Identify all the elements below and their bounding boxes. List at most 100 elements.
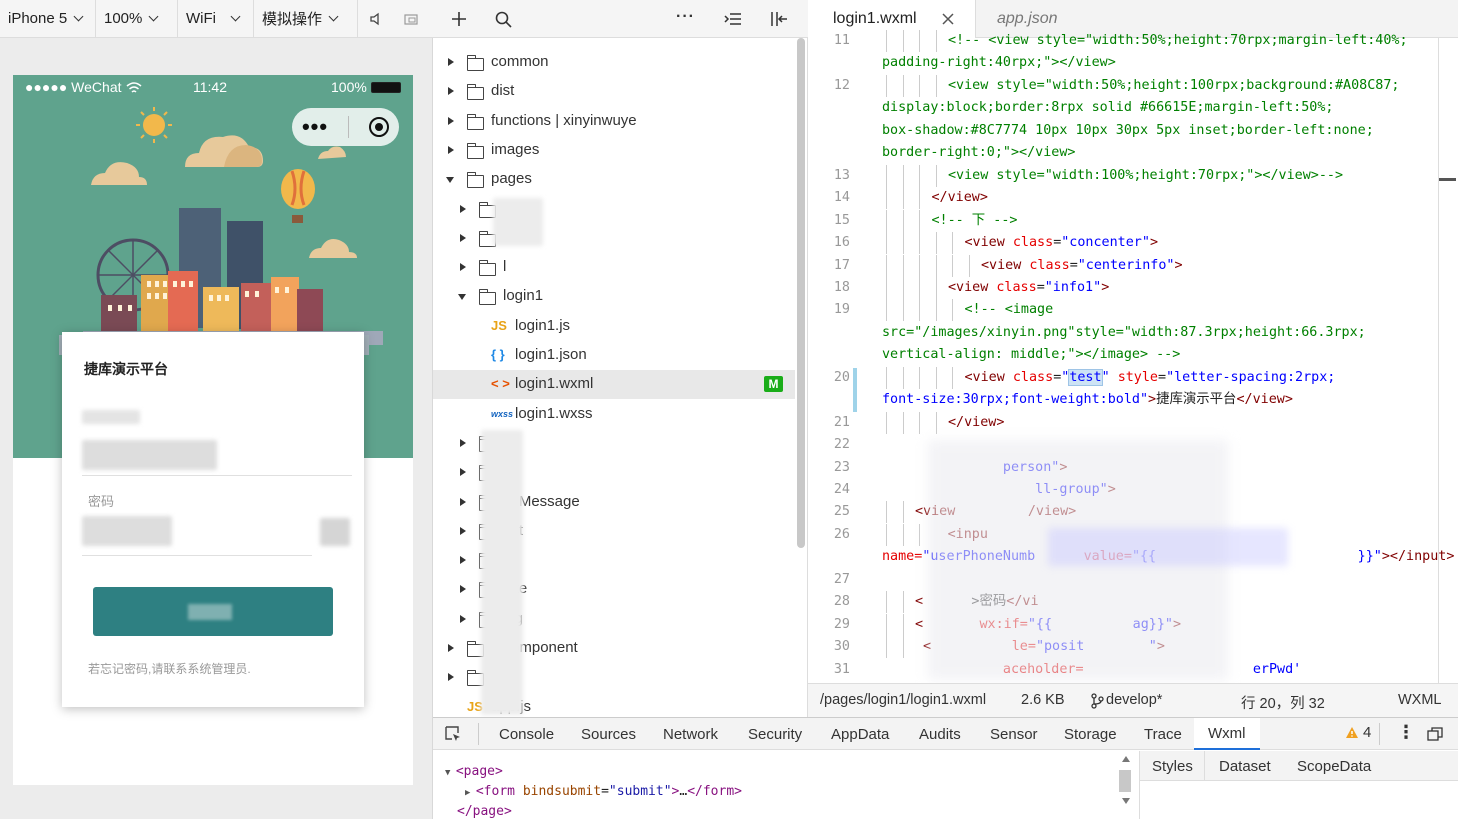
tab-sources[interactable]: Sources xyxy=(581,718,636,750)
chevron-right-icon[interactable] xyxy=(448,673,454,682)
tab-dataset[interactable]: Dataset xyxy=(1219,758,1271,775)
code-line[interactable]: 12 <view style="width:50%;height:100rpx;b… xyxy=(808,74,1458,97)
chevron-right-icon[interactable] xyxy=(460,263,466,272)
tree-item[interactable] xyxy=(433,224,795,253)
inspect-element-icon[interactable] xyxy=(445,726,462,743)
scroll-thumb[interactable] xyxy=(1119,770,1131,792)
tree-item[interactable]: functions | xinyinwuye xyxy=(433,107,795,136)
tree-item[interactable]: { } login1.json xyxy=(433,341,795,370)
chevron-right-icon[interactable] xyxy=(448,116,454,125)
operation-select[interactable]: 模拟操作 xyxy=(254,0,358,38)
code-line-wrap[interactable]: font-size:30rpx;font-weight:bold">捷库演示平台… xyxy=(808,389,1458,411)
tree-item[interactable]: l xyxy=(433,253,795,282)
code-editor[interactable]: login1.wxml app.json 11 <!-- <view style=… xyxy=(808,0,1458,717)
tree-item[interactable]: < > login1.wxml M xyxy=(433,370,795,400)
code-line[interactable]: 11 <!-- <view style="width:50%;height:70r… xyxy=(808,30,1458,52)
zoom-select[interactable]: 100% xyxy=(96,0,178,38)
code-line[interactable]: 20 <view class="test" style="letter-spaci… xyxy=(808,366,1458,389)
code-line-wrap[interactable]: src="/images/xinyin.png"style="width:87.… xyxy=(808,322,1458,344)
tab-appdata[interactable]: AppData xyxy=(831,718,889,750)
file-path[interactable]: /pages/login1/login1.wxml xyxy=(820,692,986,708)
scroll-down-icon[interactable] xyxy=(1122,798,1130,804)
tab-security[interactable]: Security xyxy=(748,718,802,750)
code-line[interactable]: 15 <!-- 下 --> xyxy=(808,209,1458,232)
tree-item[interactable]: JS login1.js xyxy=(433,312,795,341)
tab-storage[interactable]: Storage xyxy=(1064,718,1117,750)
password-toggle[interactable] xyxy=(320,518,350,546)
mute-button[interactable] xyxy=(358,0,394,38)
code-line[interactable]: 21 </view> xyxy=(808,411,1458,434)
plus-icon[interactable] xyxy=(451,11,467,27)
tab-audits[interactable]: Audits xyxy=(919,718,961,750)
chevron-down-icon[interactable] xyxy=(458,294,466,301)
kebab-menu-icon[interactable]: ⋮ xyxy=(1397,720,1415,744)
tree-item[interactable]: wxss login1.wxss xyxy=(433,400,795,429)
tab-sensor[interactable]: Sensor xyxy=(990,718,1038,750)
chevron-right-icon[interactable] xyxy=(460,497,466,506)
chevron-right-icon[interactable] xyxy=(460,526,466,535)
chevron-right-icon[interactable] xyxy=(460,614,466,623)
chevron-right-icon[interactable] xyxy=(448,644,454,652)
code-line-wrap[interactable]: vertical-align: middle;"></image> --> xyxy=(808,344,1458,366)
tab-wxml[interactable]: Wxml xyxy=(1194,718,1260,750)
chevron-down-icon[interactable] xyxy=(446,177,454,184)
device-select[interactable]: iPhone 5 xyxy=(0,0,96,38)
expand-right-icon[interactable]: ▶ xyxy=(465,788,476,798)
code-line-wrap[interactable]: padding-right:40rpx;"></view> xyxy=(808,52,1458,74)
chevron-right-icon[interactable] xyxy=(460,585,466,594)
tree-item[interactable]: login1 xyxy=(433,282,795,311)
network-select[interactable]: WiFi xyxy=(178,0,254,38)
code-line[interactable]: 16 <view class="concenter"> xyxy=(808,232,1458,255)
warning-count[interactable]: 4 xyxy=(1363,724,1371,741)
code-line-wrap[interactable]: display:block;border:8rpx solid #66615E;… xyxy=(808,97,1458,119)
tab-network[interactable]: Network xyxy=(663,718,718,750)
warning-icon[interactable] xyxy=(1345,726,1359,739)
code-line[interactable]: 13 <view style="width:100%;height:70rpx;"… xyxy=(808,164,1458,187)
expand-down-icon[interactable]: ▼ xyxy=(445,768,456,778)
chevron-right-icon[interactable] xyxy=(460,556,466,565)
close-icon[interactable] xyxy=(942,13,954,25)
wxml-node[interactable]: </page> xyxy=(457,804,512,819)
chevron-right-icon[interactable] xyxy=(448,87,454,96)
wxml-node[interactable]: ▼ <page> xyxy=(445,764,503,779)
chevron-right-icon[interactable] xyxy=(460,468,466,477)
collapse-all-icon[interactable] xyxy=(724,12,741,26)
detach-button[interactable] xyxy=(394,0,428,38)
wxml-scrollbar[interactable] xyxy=(1117,754,1133,808)
tab-styles[interactable]: Styles xyxy=(1152,758,1193,775)
code-line-wrap[interactable]: box-shadow:#8C7774 10px 10px 30px 5px in… xyxy=(808,120,1458,142)
split-layout-icon[interactable] xyxy=(770,10,788,28)
mini-program-capsule[interactable]: ••• xyxy=(292,108,399,146)
tab-trace[interactable]: Trace xyxy=(1144,718,1182,750)
code-line[interactable]: 18 <view class="info1"> xyxy=(808,276,1458,299)
account-input[interactable] xyxy=(82,440,217,470)
search-icon[interactable] xyxy=(495,11,512,28)
scroll-up-icon[interactable] xyxy=(1122,756,1130,762)
explorer-scrollbar[interactable] xyxy=(797,38,805,548)
more-dots-icon[interactable]: ••• xyxy=(302,116,328,138)
tab-console[interactable]: Console xyxy=(499,718,554,750)
close-target-icon[interactable] xyxy=(368,117,389,137)
chevron-right-icon[interactable] xyxy=(460,438,466,447)
phone-screen[interactable]: ●●●●● WeChat 11:42 100% ••• 捷库演示平台 密码 若忘… xyxy=(13,75,413,785)
code-line[interactable]: 14 </view> xyxy=(808,187,1458,210)
tree-item[interactable]: common xyxy=(433,48,795,77)
wxml-tree[interactable]: ▼ <page> ▶ <form bindsubmit="submit">…</f… xyxy=(433,751,1123,819)
code-line[interactable]: 17 <view class="centerinfo"> xyxy=(808,254,1458,277)
git-branch[interactable]: develop* xyxy=(1106,692,1162,708)
cursor-position[interactable]: 行 20，列 32 xyxy=(1241,692,1325,713)
tree-item[interactable]: dist xyxy=(433,77,795,106)
tree-item[interactable]: pages xyxy=(433,165,795,194)
language-mode[interactable]: WXML xyxy=(1398,692,1442,708)
code-line-wrap[interactable]: border-right:0;"></view> xyxy=(808,142,1458,164)
password-input[interactable] xyxy=(82,516,172,546)
login-button[interactable] xyxy=(93,587,333,636)
more-dots-icon[interactable]: ··· xyxy=(676,8,695,26)
tree-item[interactable]: images xyxy=(433,136,795,165)
tree-item[interactable] xyxy=(433,195,795,224)
wxml-node[interactable]: ▶ <form bindsubmit="submit">…</form> xyxy=(465,784,742,799)
undock-icon[interactable] xyxy=(1427,727,1443,741)
chevron-right-icon[interactable] xyxy=(460,204,466,213)
chevron-right-icon[interactable] xyxy=(448,58,454,66)
code-line[interactable]: 19 <!-- <image xyxy=(808,299,1458,322)
